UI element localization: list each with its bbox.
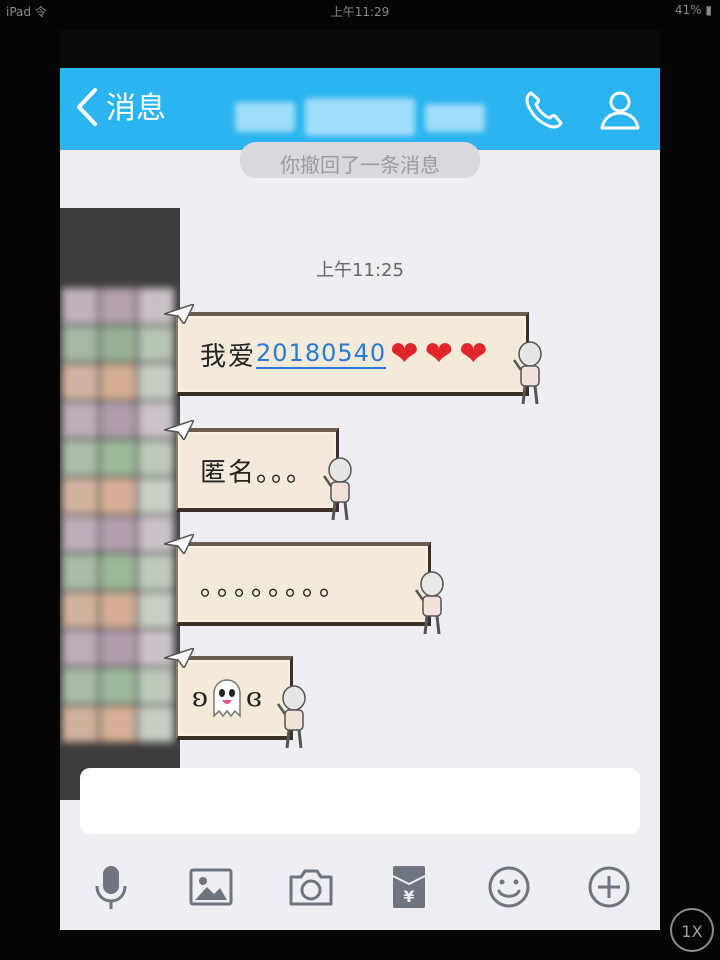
message-text: ʚ bbox=[192, 683, 208, 713]
paper-plane-icon bbox=[164, 534, 194, 554]
phone-top-bezel bbox=[60, 30, 660, 68]
paper-plane-icon bbox=[164, 420, 194, 440]
message-text: 我爱 bbox=[200, 341, 257, 372]
message-bubble[interactable]: 我爱 20180540 ❤❤❤ bbox=[164, 304, 542, 405]
image-icon[interactable] bbox=[186, 862, 236, 912]
clock: 上午11:29 bbox=[330, 5, 390, 19]
plus-icon[interactable] bbox=[584, 862, 634, 912]
back-button[interactable]: 消息 bbox=[74, 88, 166, 130]
red-packet-icon[interactable]: ¥ bbox=[384, 862, 434, 912]
message-input[interactable] bbox=[80, 768, 640, 834]
chibi-character-icon bbox=[512, 341, 542, 405]
profile-icon[interactable] bbox=[598, 88, 642, 132]
chevron-left-icon bbox=[74, 87, 100, 131]
system-status-bar: iPad 令 上午11:29 41% ▮ bbox=[0, 0, 720, 22]
chibi-character-icon bbox=[276, 685, 306, 749]
svg-text:¥: ¥ bbox=[403, 887, 414, 906]
input-toolbar: ¥ bbox=[60, 856, 660, 916]
ghost-icon bbox=[208, 678, 246, 718]
avatar-blurred bbox=[60, 208, 180, 800]
heart-emoji: ❤❤❤ bbox=[390, 334, 494, 374]
message-text: 。。。。。。。。 bbox=[200, 571, 350, 602]
chibi-character-icon bbox=[414, 571, 444, 635]
nav-bar: 消息 bbox=[60, 68, 660, 150]
emoji-icon[interactable] bbox=[484, 862, 534, 912]
recall-notice: 你撤回了一条消息 bbox=[240, 142, 480, 178]
contact-name-blurred bbox=[235, 96, 495, 138]
battery-indicator: 41% ▮ bbox=[674, 3, 712, 17]
chat-screen: 消息 你撤回了一条消息 上午11:25 我爱 20180540 ❤❤❤ 匿名。。… bbox=[60, 30, 660, 930]
chibi-character-icon bbox=[322, 457, 352, 521]
back-label: 消息 bbox=[106, 91, 166, 126]
paper-plane-icon bbox=[164, 304, 194, 324]
message-bubble[interactable]: 。。。。。。。。 bbox=[164, 534, 444, 635]
message-bubble[interactable]: ʚ ɞ bbox=[164, 648, 306, 749]
camera-icon[interactable] bbox=[286, 862, 336, 912]
message-text: ɞ bbox=[245, 683, 262, 713]
phone-icon[interactable] bbox=[522, 88, 566, 132]
zoom-toggle-button[interactable]: 1X bbox=[670, 908, 714, 952]
paper-plane-icon bbox=[164, 648, 194, 668]
message-text: 匿名。。。 bbox=[200, 457, 315, 488]
message-bubble[interactable]: 匿名。。。 bbox=[164, 420, 352, 521]
microphone-icon[interactable] bbox=[86, 862, 136, 912]
message-link[interactable]: 20180540 bbox=[256, 339, 387, 369]
